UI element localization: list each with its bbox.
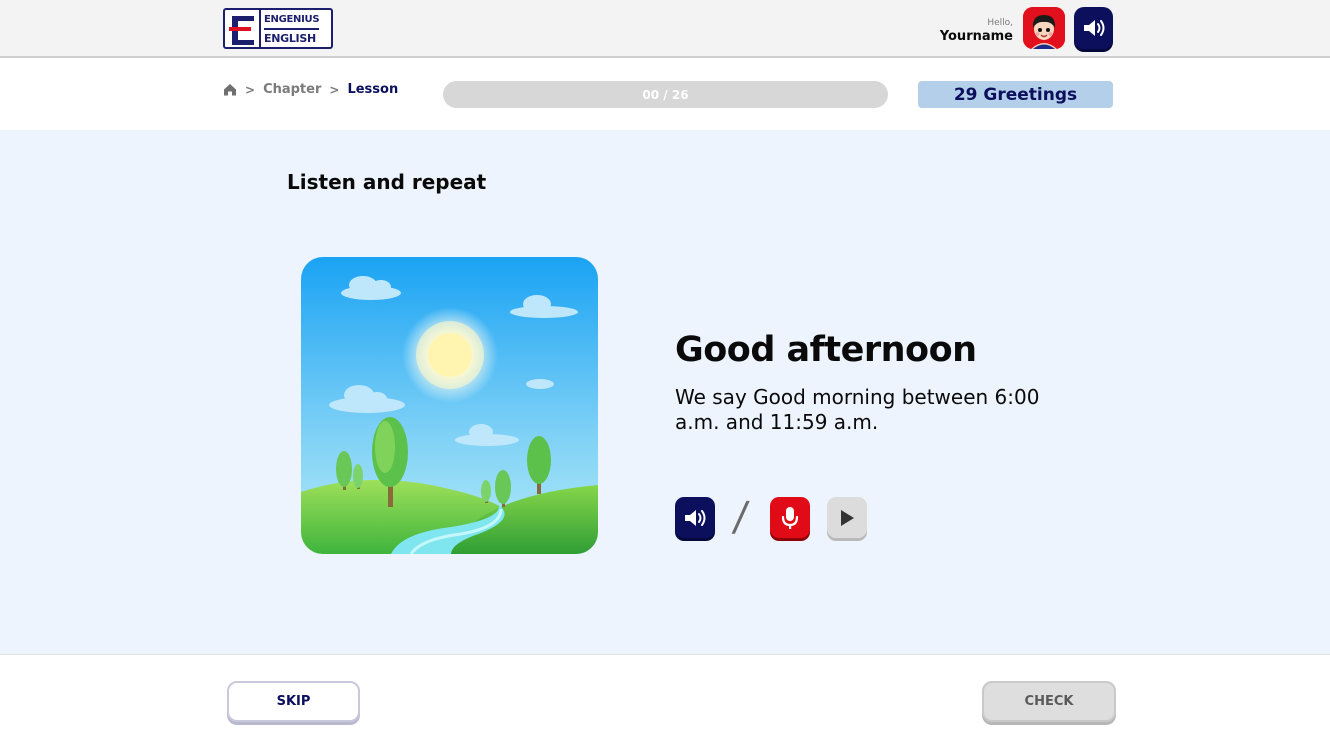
breadcrumb-chapter[interactable]: Chapter	[263, 82, 321, 97]
avatar[interactable]	[1023, 7, 1065, 49]
sound-toggle-button[interactable]	[1074, 7, 1113, 49]
lesson-title-badge: 29 Greetings	[918, 81, 1113, 108]
breadcrumb-separator: >	[329, 82, 340, 97]
play-icon	[841, 509, 854, 526]
logo-line2: ENGLISH	[264, 31, 316, 45]
breadcrumb-lesson: Lesson	[347, 82, 399, 97]
word-description: We say Good morning between 6:00 a.m. an…	[675, 385, 1040, 434]
logo-line1: ENGENIUS	[264, 11, 320, 30]
home-icon[interactable]	[223, 83, 237, 96]
logo-mark-icon	[225, 10, 261, 47]
username: Yourname	[939, 29, 1013, 44]
exercise-area: Listen and repeat Good afternoon We say …	[0, 130, 1330, 654]
separator-slash: /	[730, 494, 751, 540]
speaker-icon	[685, 509, 706, 526]
logo-wordmark: ENGENIUS ENGLISH	[261, 10, 320, 47]
user-greeting: Hello, Yourname	[940, 18, 1013, 44]
lesson-progress-bar: 00 / 26	[443, 81, 888, 108]
progress-label: 00 / 26	[642, 87, 689, 102]
skip-button[interactable]: SKIP	[227, 681, 360, 722]
vocabulary-word: Good afternoon	[675, 330, 977, 370]
avatar-face-icon	[1023, 7, 1065, 49]
microphone-icon	[781, 506, 799, 529]
exercise-instruction: Listen and repeat	[287, 170, 487, 194]
play-recording-button[interactable]	[827, 497, 867, 538]
check-button[interactable]: CHECK	[982, 681, 1116, 722]
speaker-icon	[1083, 20, 1104, 36]
record-button[interactable]	[770, 497, 810, 538]
footer-bar: SKIP CHECK	[0, 654, 1330, 749]
breadcrumb-separator: >	[245, 82, 256, 97]
greeting-text: Hello,	[987, 18, 1013, 28]
top-bar: ENGENIUS ENGLISH Hello, Yourname	[0, 0, 1330, 58]
listen-button[interactable]	[675, 497, 715, 538]
engenius-logo[interactable]: ENGENIUS ENGLISH	[223, 8, 333, 49]
breadcrumb: > Chapter > Lesson	[223, 82, 398, 97]
afternoon-landscape-image	[301, 257, 598, 554]
